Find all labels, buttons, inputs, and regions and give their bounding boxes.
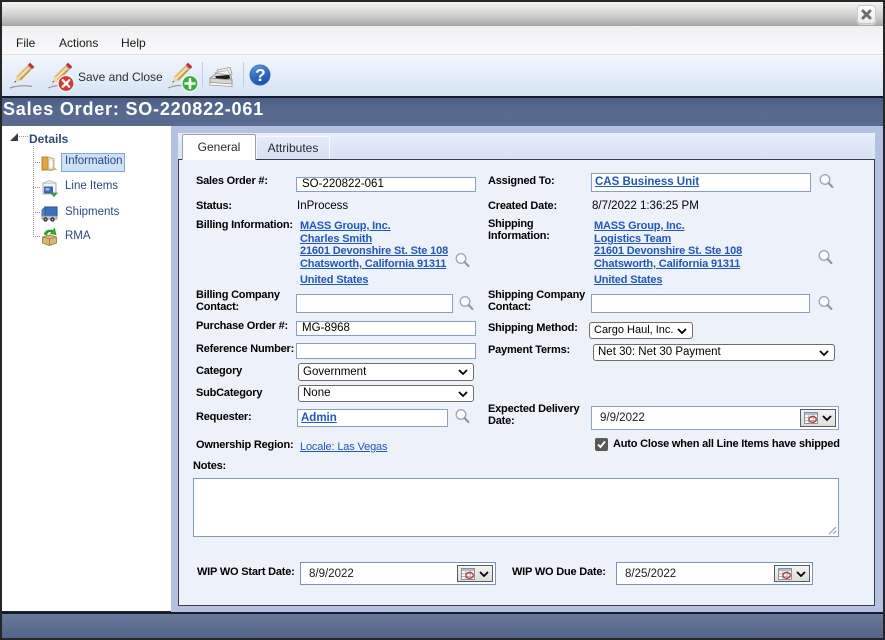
svg-text:?: ? bbox=[255, 65, 266, 85]
